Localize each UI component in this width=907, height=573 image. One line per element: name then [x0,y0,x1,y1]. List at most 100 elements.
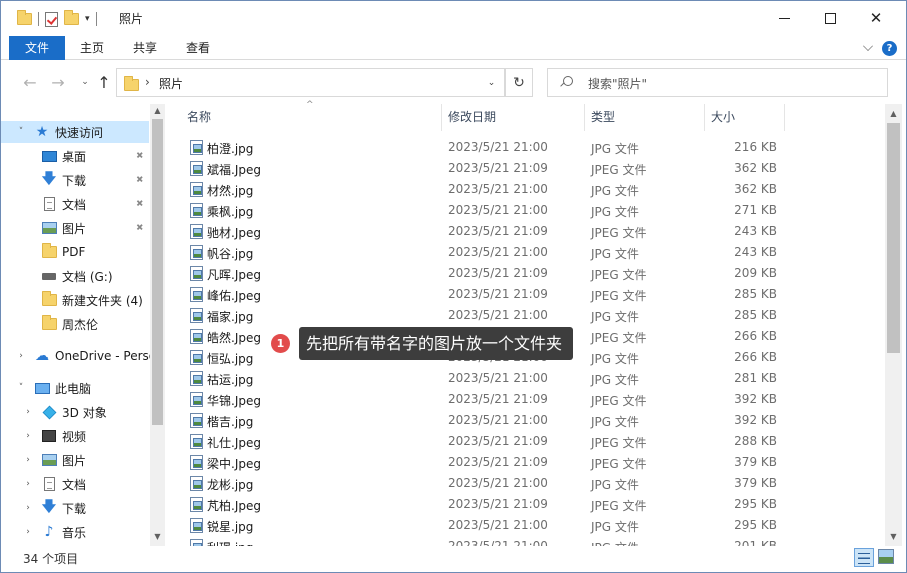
file-date: 2023/5/21 21:00 [448,539,548,546]
sidebar-item[interactable]: › ♪ 音乐 [1,521,149,543]
nav-pane-scroll-thumb[interactable] [152,119,163,425]
expand-chevron-icon[interactable]: › [23,527,33,537]
sidebar-item[interactable]: 🡇 下载 ✚ [1,169,149,191]
sidebar-item[interactable]: › 视频 [1,425,149,447]
file-row[interactable]: 驰材.Jpeg 2023/5/21 21:09 JPEG 文件 243 KB [166,221,886,242]
tab-view[interactable]: 查看 [173,37,223,60]
file-date: 2023/5/21 21:09 [448,287,548,301]
expand-ribbon-icon[interactable] [863,41,873,51]
expand-chevron-icon[interactable]: › [23,431,33,441]
expand-chevron-icon[interactable]: › [23,479,33,489]
list-scroll-up-arrow[interactable]: ▲ [885,109,902,118]
file-type: JPEG 文件 [591,394,647,408]
sidebar-item[interactable]: ˅ 此电脑 [1,377,149,399]
file-row[interactable]: 礼仕.Jpeg 2023/5/21 21:09 JPEG 文件 288 KB [166,431,886,452]
file-row[interactable]: 锐星.jpg 2023/5/21 21:00 JPG 文件 295 KB [166,515,886,536]
file-row[interactable]: 材然.jpg 2023/5/21 21:00 JPG 文件 362 KB [166,179,886,200]
column-header-name[interactable]: 名称 [181,104,442,131]
list-scroll-down-arrow[interactable]: ▼ [885,532,902,541]
file-row[interactable]: 龙彬.jpg 2023/5/21 21:00 JPG 文件 379 KB [166,473,886,494]
close-button[interactable]: ✕ [853,1,899,35]
breadcrumb-current[interactable]: 照片 [159,75,183,92]
sidebar-item[interactable]: › 3D 对象 [1,401,149,423]
file-row[interactable]: 福家.jpg 2023/5/21 21:00 JPG 文件 285 KB [166,305,886,326]
tab-file[interactable]: 文件 [9,36,65,60]
file-row[interactable]: 帆谷.jpg 2023/5/21 21:00 JPG 文件 243 KB [166,242,886,263]
instruction-callout: 先把所有带名字的图片放一个文件夹 [299,327,573,360]
file-row[interactable]: 利璟.jpg 2023/5/21 21:00 JPG 文件 201 KB [166,536,886,546]
file-row[interactable]: 凡晖.Jpeg 2023/5/21 21:09 JPEG 文件 209 KB [166,263,886,284]
search-box[interactable]: 搜索"照片" [547,68,888,97]
expand-chevron-icon[interactable]: › [23,503,33,513]
sidebar-item[interactable]: › ☁ OneDrive - Perso [1,345,156,367]
file-row[interactable]: 峰佑.Jpeg 2023/5/21 21:09 JPEG 文件 285 KB [166,284,886,305]
expand-chevron-icon[interactable]: › [23,407,33,417]
sidebar-item[interactable]: › 🡇 下载 [1,497,149,519]
customize-toolbar-icon[interactable]: ▾ [85,14,90,24]
large-icons-view-button[interactable] [878,549,894,564]
file-name: 恒弘.jpg [207,352,254,366]
this-pc-icon [34,380,50,396]
file-row[interactable]: 华锦.Jpeg 2023/5/21 21:09 JPEG 文件 392 KB [166,389,886,410]
sidebar-item[interactable]: › 文档 [1,473,149,495]
image-file-icon [190,434,203,449]
sidebar-item[interactable]: ˅ ★ 快速访问 [1,121,149,143]
help-icon[interactable]: ? [882,41,897,56]
sidebar-item[interactable]: › 图片 [1,449,149,471]
sidebar-item-label: 图片 [62,453,87,468]
expand-chevron-icon[interactable]: ˅ [16,383,26,393]
new-folder-icon[interactable] [64,10,79,25]
sidebar-item[interactable]: 文档 (G:) [1,265,149,287]
column-header-date[interactable]: 修改日期 [442,104,585,131]
expand-chevron-icon[interactable]: ˅ [16,127,26,137]
tab-share[interactable]: 共享 [119,37,171,60]
file-row[interactable]: 柏澄.jpg 2023/5/21 21:00 JPG 文件 216 KB [166,137,886,158]
star-icon: ★ [35,124,49,140]
nav-scroll-down-arrow[interactable]: ▼ [150,532,165,541]
folder-icon [41,243,57,260]
sidebar-item[interactable]: PDF [1,241,149,263]
file-type: JPEG 文件 [591,331,647,345]
maximize-button[interactable] [807,1,853,35]
file-size: 392 KB [734,392,777,406]
file-size: 266 KB [734,350,777,364]
minimize-button[interactable] [761,1,807,35]
properties-icon[interactable] [45,11,58,27]
file-row[interactable]: 楷吉.jpg 2023/5/21 21:00 JPG 文件 392 KB [166,410,886,431]
sidebar-item[interactable]: 周杰伦 [1,313,149,335]
file-row[interactable]: 芃柏.Jpeg 2023/5/21 21:09 JPEG 文件 295 KB [166,494,886,515]
file-row[interactable]: 祜运.jpg 2023/5/21 21:00 JPG 文件 281 KB [166,368,886,389]
tab-home[interactable]: 主页 [67,37,117,60]
file-size: 288 KB [734,434,777,448]
address-bar[interactable]: › 照片 [116,68,506,97]
maximize-icon [824,12,836,24]
file-list-scroll-thumb[interactable] [887,123,900,353]
pictures-icon [41,220,57,236]
column-header-type[interactable]: 类型 [585,104,705,131]
expand-chevron-icon[interactable]: › [23,455,33,465]
back-button[interactable]: ← [19,71,41,93]
file-name: 凡晖.Jpeg [207,268,261,282]
breadcrumb-separator[interactable]: › [145,75,150,89]
address-history-button[interactable]: ⌄ [479,68,505,97]
file-size: 243 KB [734,224,777,238]
file-row[interactable]: 斌福.Jpeg 2023/5/21 21:09 JPEG 文件 362 KB [166,158,886,179]
file-name: 芃柏.Jpeg [207,499,261,513]
nav-scroll-up-arrow[interactable]: ▲ [150,106,165,115]
file-row[interactable]: 梁中.Jpeg 2023/5/21 21:09 JPEG 文件 379 KB [166,452,886,473]
sidebar-item[interactable]: 文档 ✚ [1,193,149,215]
details-view-button[interactable] [854,548,874,567]
column-header-size[interactable]: 大小 [705,104,785,131]
file-row[interactable]: 乘枫.jpg 2023/5/21 21:00 JPG 文件 271 KB [166,200,886,221]
file-date: 2023/5/21 21:09 [448,161,548,175]
sidebar-item[interactable]: 桌面 ✚ [1,145,149,167]
sidebar-item[interactable]: 图片 ✚ [1,217,149,239]
expand-chevron-icon[interactable]: › [16,351,26,361]
file-name: 龙彬.jpg [207,478,254,492]
refresh-button[interactable]: ↻ [506,68,533,97]
navigation-bar: ← → ⌄ ↑ › 照片 ⌄ ↻ 搜索"照片" [1,61,906,103]
sidebar-item[interactable]: 新建文件夹 (4) [1,289,149,311]
forward-button[interactable]: → [47,71,69,93]
file-type: JPEG 文件 [591,289,647,303]
up-button[interactable]: ↑ [93,71,115,93]
